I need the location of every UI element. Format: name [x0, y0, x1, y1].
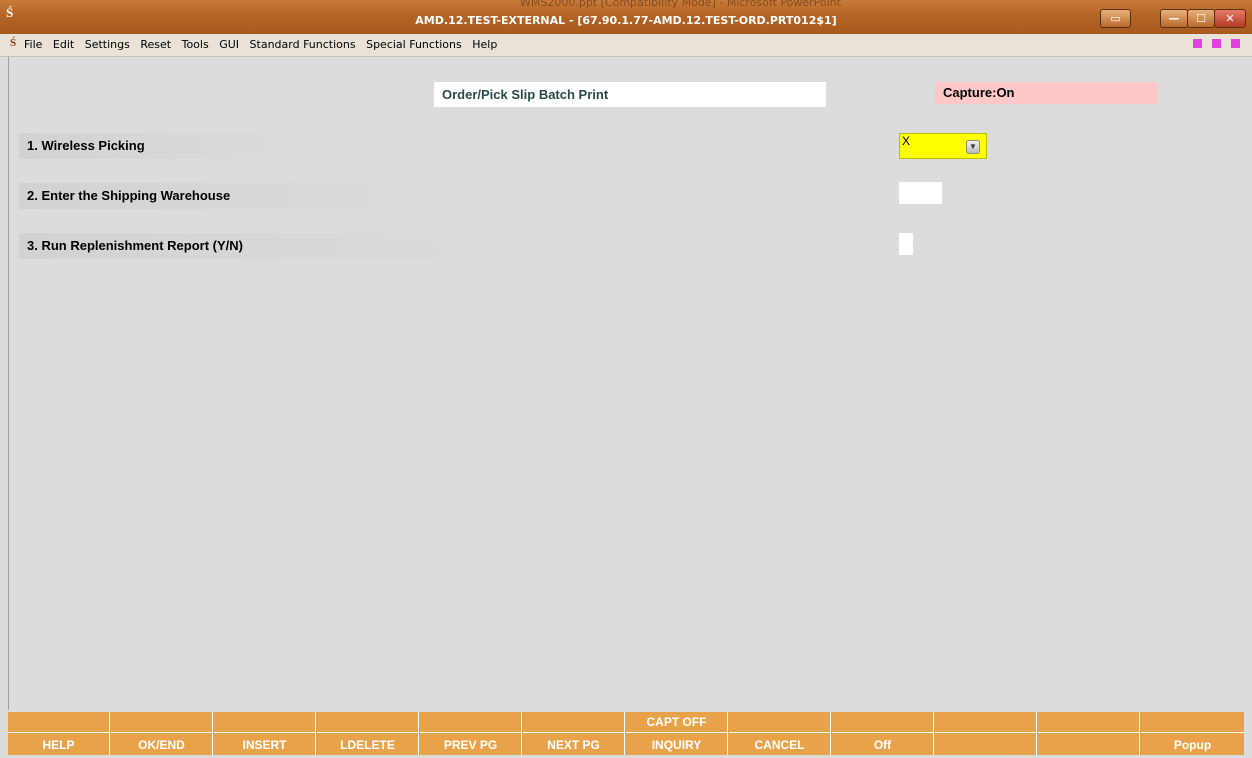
wireless-picking-label: 1. Wireless Picking	[19, 133, 302, 159]
mdi-close-icon[interactable]	[1231, 39, 1240, 48]
switch-window-button[interactable]: ▭	[1100, 9, 1131, 28]
maximize-button[interactable]: ☐	[1187, 9, 1215, 28]
form-area: Order/Pick Slip Batch Print Capture:On 1…	[8, 57, 1245, 710]
fkey-off[interactable]: Off	[832, 712, 934, 755]
shipping-warehouse-label: 2. Enter the Shipping Warehouse	[19, 183, 424, 209]
screen-title: Order/Pick Slip Batch Print	[434, 82, 826, 107]
menu-standard-functions[interactable]: Standard Functions	[250, 38, 356, 51]
close-button[interactable]: ✕	[1214, 9, 1246, 28]
wireless-picking-value: X	[902, 134, 911, 148]
fkey-blank-10[interactable]	[935, 712, 1037, 755]
fkey-ldelete[interactable]: LDELETE	[317, 712, 419, 755]
fkey-prev-pg[interactable]: PREV PG	[420, 712, 522, 755]
fkey-insert[interactable]: INSERT	[214, 712, 316, 755]
menu-items: File Edit Settings Reset Tools GUI Stand…	[24, 38, 504, 51]
fkey-cancel[interactable]: CANCEL	[729, 712, 831, 755]
window-titlebar[interactable]: WMS2000.ppt [Compatibility Mode] - Micro…	[0, 0, 1252, 34]
system-menu-icon[interactable]: Ś	[10, 37, 16, 49]
fkey-ok-end[interactable]: OK/END	[111, 712, 213, 755]
menu-help[interactable]: Help	[472, 38, 497, 51]
fkey-popup[interactable]: Popup	[1141, 712, 1244, 755]
mdi-restore-icon[interactable]	[1212, 39, 1221, 48]
replenishment-report-label: 3. Run Replenishment Report (Y/N)	[19, 233, 506, 259]
background-window-title: WMS2000.ppt [Compatibility Mode] - Micro…	[520, 0, 841, 9]
menu-file[interactable]: File	[24, 38, 42, 51]
menu-special-functions[interactable]: Special Functions	[366, 38, 462, 51]
function-key-bar: HELP OK/END INSERT LDELETE PREV PG NEXT …	[8, 712, 1244, 755]
menu-bar: Ś File Edit Settings Reset Tools GUI Sta…	[0, 34, 1252, 57]
fkey-next-pg[interactable]: NEXT PG	[523, 712, 625, 755]
fkey-blank-11[interactable]	[1038, 712, 1140, 755]
dropdown-arrow-icon[interactable]: ▼	[966, 140, 980, 154]
menu-tools[interactable]: Tools	[182, 38, 209, 51]
fkey-inquiry[interactable]: CAPT OFF INQUIRY	[626, 712, 728, 755]
capture-status: Capture:On	[935, 82, 1157, 104]
menu-settings[interactable]: Settings	[85, 38, 130, 51]
shipping-warehouse-input[interactable]	[899, 182, 942, 204]
window-title: AMD.12.TEST-EXTERNAL - [67.90.1.77-AMD.1…	[415, 14, 837, 27]
menu-edit[interactable]: Edit	[53, 38, 74, 51]
replenishment-report-input[interactable]	[899, 233, 913, 255]
menu-gui[interactable]: GUI	[219, 38, 239, 51]
menu-reset[interactable]: Reset	[140, 38, 171, 51]
minimize-button[interactable]: —	[1160, 9, 1188, 28]
fkey-help[interactable]: HELP	[8, 712, 110, 755]
wireless-picking-field[interactable]: X ▼	[899, 133, 987, 159]
mdi-minimize-icon[interactable]	[1193, 39, 1202, 48]
